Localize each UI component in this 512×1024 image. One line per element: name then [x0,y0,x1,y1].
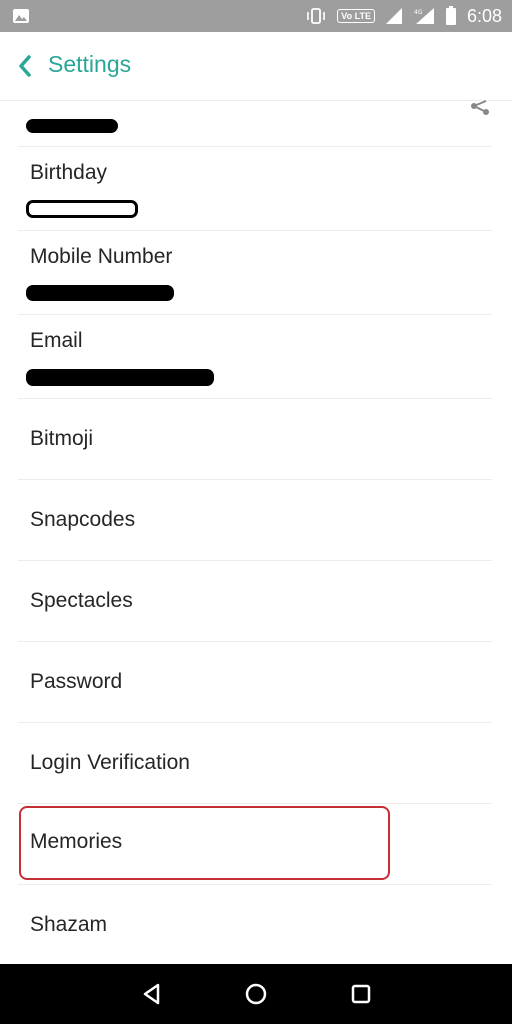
settings-item-spectacles[interactable]: Spectacles [18,561,492,642]
mobile-number-row[interactable]: Mobile Number [18,231,492,315]
vibrate-icon [307,8,326,24]
settings-item-snapcodes[interactable]: Snapcodes [18,480,492,561]
birthday-row[interactable]: Birthday [18,147,492,231]
redacted-username [26,119,118,133]
redacted-email [26,369,214,386]
settings-item-shazam[interactable]: Shazam [18,885,492,965]
birthday-label: Birthday [30,161,108,184]
settings-item-label: Password [30,670,123,693]
email-label: Email [30,329,83,352]
status-icons: Vo LTE 4G 6:08 [305,0,502,32]
settings-item-label: Login Verification [30,751,190,774]
app-header: Settings [0,32,512,101]
battery-icon [445,6,456,25]
settings-item-label: Bitmoji [30,427,94,450]
back-triangle-icon[interactable] [140,982,164,1006]
clock: 6:08 [466,5,502,26]
page-title: Settings [48,51,132,77]
settings-item-login-verification[interactable]: Login Verification [18,723,492,804]
signal-4g-icon: 4G [414,8,434,24]
signal-icon [385,8,402,24]
system-nav-bar [0,964,512,1024]
share-icon[interactable] [470,100,490,116]
settings-item-label: Spectacles [30,589,133,612]
memories-highlight-box [19,806,390,880]
username-row[interactable] [18,100,492,147]
mobile-number-label: Mobile Number [30,245,173,268]
network-badge: Vo LTE [337,9,375,23]
recents-square-icon[interactable] [349,982,373,1006]
image-icon [13,9,29,23]
redacted-birthday [26,200,138,218]
settings-item-password[interactable]: Password [18,642,492,723]
email-row[interactable]: Email [18,315,492,399]
home-circle-icon[interactable] [244,982,268,1006]
settings-item-bitmoji[interactable]: Bitmoji [18,399,492,480]
chevron-left-icon[interactable] [14,52,36,80]
redacted-mobile-number [26,285,174,301]
settings-item-label: Snapcodes [30,508,136,531]
settings-item-label: Shazam [30,913,108,936]
status-bar: Vo LTE 4G 6:08 [0,0,512,32]
svg-text:4G: 4G [414,9,423,16]
